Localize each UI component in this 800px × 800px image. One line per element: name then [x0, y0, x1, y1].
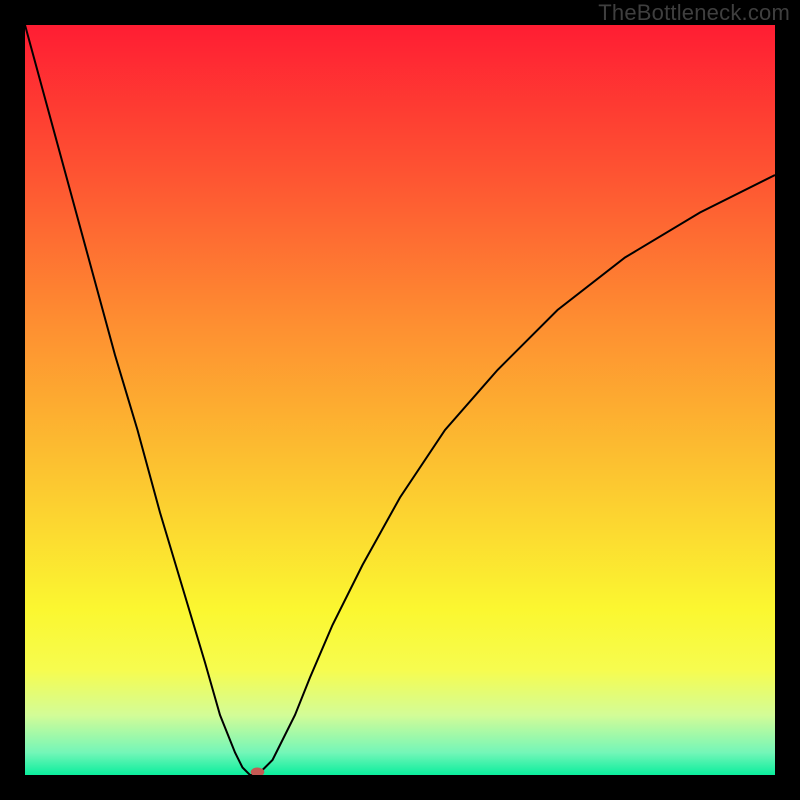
chart-svg: [25, 25, 775, 775]
bottleneck-chart: [25, 25, 775, 775]
chart-background: [25, 25, 775, 775]
chart-frame: TheBottleneck.com: [0, 0, 800, 800]
watermark-text: TheBottleneck.com: [598, 0, 790, 26]
